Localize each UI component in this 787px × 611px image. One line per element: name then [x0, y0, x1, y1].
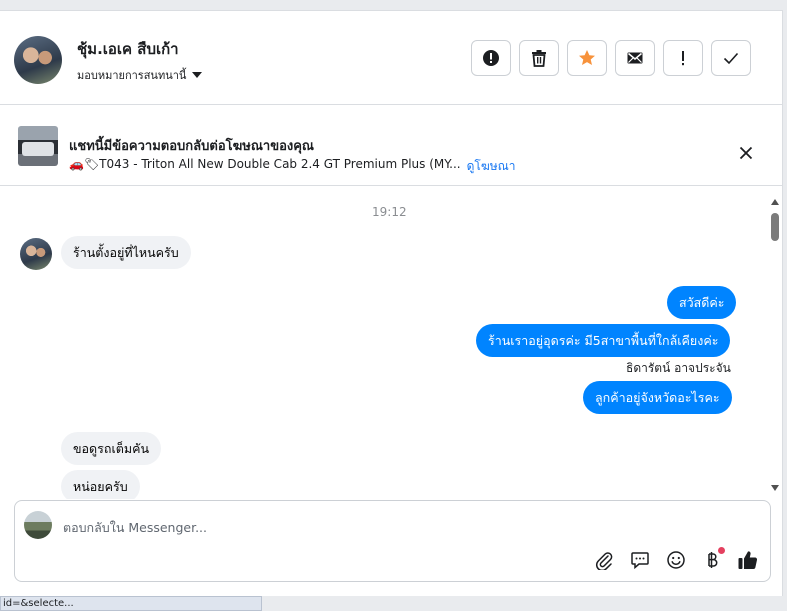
ad-context-bar: แชทนี้มีข้อความตอบกลับต่อโฆษณาของคุณ 🚗🏷T… — [0, 106, 782, 186]
star-icon — [579, 50, 595, 65]
ad-subtitle: 🚗🏷T043 - Triton All New Double Cab 2.4 G… — [69, 157, 461, 171]
exclamation-icon — [682, 51, 684, 66]
notification-dot — [718, 547, 725, 554]
close-icon — [739, 146, 753, 160]
sender-name: ธิดารัตน์ อาจประจัน — [626, 361, 731, 375]
page-avatar — [24, 511, 52, 539]
message-timestamp: 19:12 — [372, 205, 407, 219]
ad-subtitle-row: 🚗🏷T043 - Triton All New Double Cab 2.4 G… — [69, 157, 516, 176]
browser-status-bar: id=&selecte... — [0, 596, 262, 611]
check-icon — [723, 52, 739, 65]
assign-label: มอบหมายการสนทนานี้ — [77, 69, 187, 82]
ad-title: แชทนี้มีข้อความตอบกลับต่อโฆษณาของคุณ — [69, 139, 314, 154]
follow-up-button[interactable] — [663, 40, 703, 76]
trash-icon — [532, 50, 546, 67]
send-like-button[interactable] — [737, 549, 759, 571]
saved-replies-button[interactable] — [629, 549, 651, 571]
thumbs-up-icon — [738, 551, 758, 570]
payment-button[interactable] — [701, 547, 725, 571]
done-button[interactable] — [711, 40, 751, 76]
view-ad-link[interactable]: ดูโฆษณา — [467, 157, 516, 176]
message-bubble-outgoing[interactable]: ร้านเราอยู่อุดรค่ะ มี5สาขาพื้นที่ใกล้เคี… — [476, 324, 731, 357]
message-bubble-outgoing[interactable]: สวัสดีค่ะ — [667, 286, 737, 319]
caret-down-icon — [192, 72, 203, 78]
envelope-icon — [627, 52, 643, 64]
spam-button[interactable] — [471, 40, 511, 76]
mark-unread-button[interactable] — [615, 40, 655, 76]
message-bubble-incoming[interactable]: ขอดูรถเต็มคัน — [61, 432, 161, 465]
contact-avatar[interactable] — [14, 36, 62, 84]
exclamation-circle-icon — [483, 50, 499, 66]
header-actions — [471, 40, 751, 76]
contact-name[interactable]: ชุ้ม.เอเค สืบเก้า — [77, 37, 179, 61]
smiley-icon — [667, 551, 685, 569]
conversation-panel: ชุ้ม.เอเค สืบเก้า มอบหมายการสนทนานี้ แชท… — [0, 10, 783, 596]
attach-file-button[interactable] — [593, 549, 615, 571]
scrollbar-thumb[interactable] — [771, 213, 779, 241]
reply-composer[interactable]: ตอบกลับใน Messenger... — [14, 500, 771, 582]
close-ad-bar-button[interactable] — [736, 143, 756, 163]
star-button[interactable] — [567, 40, 607, 76]
assign-conversation-dropdown[interactable]: มอบหมายการสนทนานี้ — [77, 66, 203, 84]
ad-thumbnail[interactable] — [18, 126, 58, 166]
reply-input[interactable]: ตอบกลับใน Messenger... — [63, 518, 207, 538]
message-bubble-incoming[interactable]: หน่อยครับ — [61, 470, 140, 499]
thread-scrollbar[interactable] — [768, 197, 782, 497]
message-bubble-outgoing[interactable]: ลูกค้าอยู่จังหวัดอะไรคะ — [583, 381, 732, 414]
scroll-down-arrow-icon[interactable] — [771, 485, 779, 491]
contact-avatar-small[interactable] — [20, 238, 52, 270]
chat-bubble-icon — [631, 552, 649, 570]
message-bubble-incoming[interactable]: ร้านตั้งอยู่ที่ไหนครับ — [61, 236, 191, 269]
emoji-button[interactable] — [665, 549, 687, 571]
delete-button[interactable] — [519, 40, 559, 76]
conversation-header: ชุ้ม.เอเค สืบเก้า มอบหมายการสนทนานี้ — [0, 11, 782, 105]
scroll-up-arrow-icon[interactable] — [771, 199, 779, 205]
message-thread[interactable]: 19:12 ร้านตั้งอยู่ที่ไหนครับ สวัสดีค่ะ ร… — [0, 187, 782, 499]
paperclip-icon — [595, 552, 613, 570]
composer-tools — [593, 547, 759, 571]
